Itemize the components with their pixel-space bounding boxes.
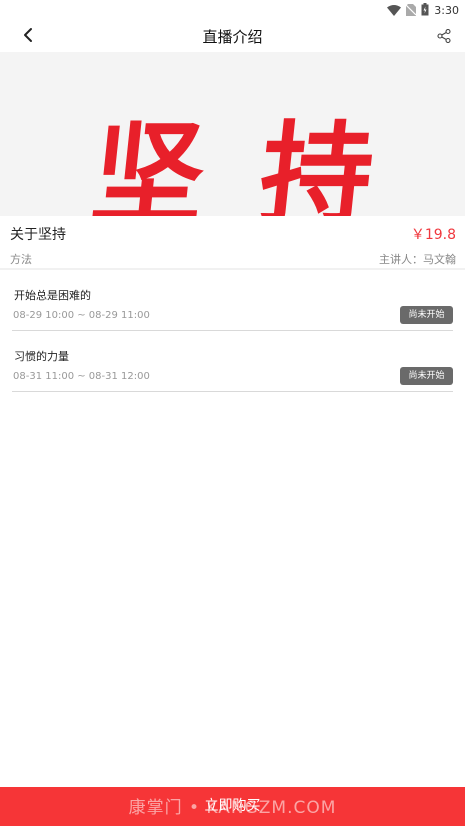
session-item[interactable]: 开始总是困难的 08-29 10:00 ~ 08-29 11:00 尚未开始 xyxy=(12,270,453,331)
session-title: 习惯的力量 xyxy=(14,350,69,363)
share-icon xyxy=(437,28,451,47)
lecturer-label: 主讲人： xyxy=(379,253,423,266)
course-category: 方法 xyxy=(10,253,32,266)
status-badge: 尚未开始 xyxy=(400,306,453,324)
nav-bar: 直播介绍 xyxy=(0,20,465,52)
status-bar: 3:30 xyxy=(0,0,465,20)
session-title: 开始总是困难的 xyxy=(14,289,91,302)
battery-icon xyxy=(421,1,429,20)
status-time: 3:30 xyxy=(434,3,459,17)
course-title: 关于坚持 xyxy=(10,227,66,243)
buy-now-button[interactable]: 立即购买 xyxy=(0,787,465,826)
no-sim-icon xyxy=(405,1,417,20)
lecturer: 主讲人： 马文翰 xyxy=(379,251,456,267)
course-banner: 坚持 xyxy=(0,52,465,216)
session-time: 08-31 11:00 ~ 08-31 12:00 xyxy=(13,371,150,382)
course-price: ￥19.8 xyxy=(410,227,456,243)
session-time: 08-29 10:00 ~ 08-29 11:00 xyxy=(13,310,150,321)
session-item[interactable]: 习惯的力量 08-31 11:00 ~ 08-31 12:00 尚未开始 xyxy=(12,331,453,392)
page-title: 直播介绍 xyxy=(202,28,263,46)
session-list: 开始总是困难的 08-29 10:00 ~ 08-29 11:00 尚未开始 习… xyxy=(12,270,453,392)
status-badge: 尚未开始 xyxy=(400,367,453,385)
share-button[interactable] xyxy=(433,26,455,48)
lecturer-name: 马文翰 xyxy=(423,253,456,266)
banner-calligraphy: 坚持 xyxy=(85,110,436,216)
wifi-icon xyxy=(387,1,402,20)
status-icons: 3:30 xyxy=(387,2,459,18)
